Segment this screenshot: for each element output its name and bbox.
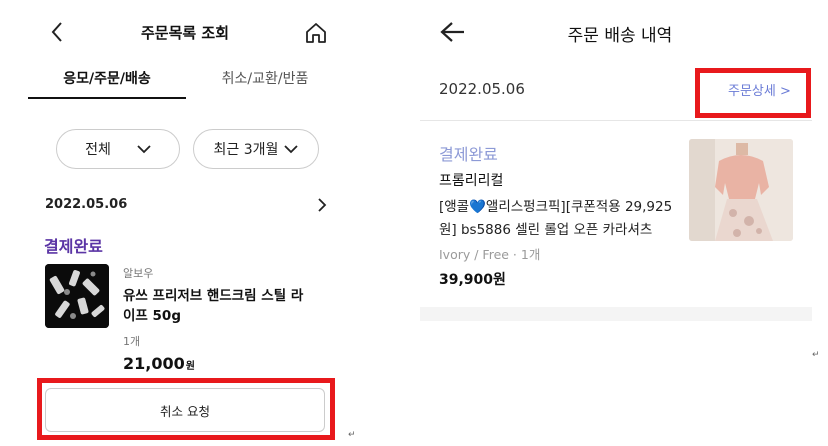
period-filter-label: 최근 3개월 — [213, 142, 279, 158]
divider — [420, 120, 812, 121]
paragraph-mark: ↵ — [812, 350, 820, 360]
chevron-down-icon — [284, 145, 299, 154]
product-price: 39,900원 — [439, 272, 506, 288]
period-filter-dropdown[interactable]: 최근 3개월 — [193, 129, 319, 169]
product-thumbnail[interactable] — [689, 139, 793, 241]
product-name-line2[interactable]: 원] bs5886 셀린 롤업 오픈 카라셔츠 — [439, 218, 652, 238]
product-name[interactable]: 유쓰 프리저브 핸드크림 스틸 라이프 50g — [123, 286, 313, 326]
paragraph-mark: ↵ — [348, 430, 356, 440]
status-filter-dropdown[interactable]: 전체 — [56, 129, 180, 169]
home-icon[interactable] — [304, 21, 328, 45]
product-brand: 알보우 — [123, 267, 154, 280]
order-status: 결제완료 — [439, 145, 498, 164]
section-divider-band — [420, 307, 812, 321]
price-currency: 원 — [185, 361, 195, 372]
product-quantity: 1개 — [123, 335, 141, 348]
highlight-box — [695, 68, 811, 118]
back-icon[interactable] — [48, 20, 68, 44]
active-tab-indicator — [28, 97, 186, 99]
order-date: 2022.05.06 — [45, 197, 128, 212]
page-title: 주문 배송 내역 — [567, 26, 673, 46]
order-date: 2022.05.06 — [439, 80, 525, 98]
chevron-right-icon[interactable] — [317, 197, 327, 212]
product-thumbnail[interactable] — [45, 264, 109, 328]
seller-name: 프롬리리컬 — [439, 173, 504, 189]
price-value: 21,000 — [123, 354, 185, 373]
tab-orders[interactable]: 응모/주문/배송 — [28, 68, 186, 88]
page-title: 주문목록 조회 — [140, 24, 230, 42]
back-arrow-icon[interactable] — [440, 21, 466, 43]
chevron-down-icon — [137, 145, 151, 154]
tab-cancel-exchange-return[interactable]: 취소/교환/반품 — [194, 68, 336, 88]
product-name-line1[interactable]: [앵콜💙앨리스펑크픽][쿠폰적용 29,925 — [439, 195, 672, 215]
highlight-box — [37, 378, 335, 440]
product-price: 21,000원 — [123, 354, 195, 373]
product-option: Ivory / Free · 1개 — [439, 247, 541, 262]
order-status: 결제완료 — [44, 237, 103, 256]
status-filter-label: 전체 — [85, 142, 111, 158]
